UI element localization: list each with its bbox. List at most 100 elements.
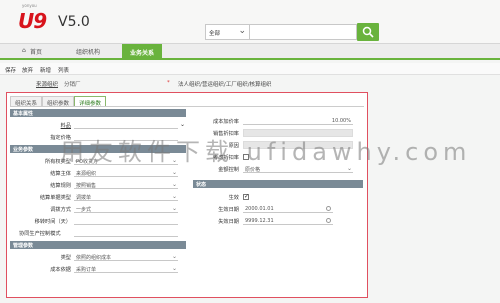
consider-discount-label: 考虑折扣率	[213, 155, 239, 161]
exp-date-value: 9999.12.31	[245, 218, 274, 224]
cost-type-select[interactable]: 依照的组织成本 ⌄	[74, 253, 178, 261]
item-field[interactable]	[74, 121, 178, 129]
cost-basis-select[interactable]: 采购订单 ⌄	[74, 265, 178, 273]
coop-mode-label: 协同生产控制模式	[19, 231, 61, 237]
consider-discount-checkbox[interactable]	[243, 154, 249, 160]
cost-basis-label: 成本依据	[50, 267, 71, 273]
settle-type-select[interactable]: 调拨单 ⌄	[74, 193, 178, 201]
cost-markup-label: 成本加价率	[213, 119, 239, 125]
tab-org-relation[interactable]: 组织关系	[10, 96, 43, 107]
owner-type-value: PO收货方	[76, 159, 98, 165]
save-button[interactable]: 保存	[5, 66, 16, 74]
settle-type-label: 结算单据类型	[39, 195, 71, 201]
settle-subject-select[interactable]: 来源组织 ⌄	[74, 169, 178, 177]
search-icon	[362, 26, 374, 38]
row-type: 类型 依照的组织成本 ⌄	[10, 253, 186, 262]
settle-subject-label: 结算主体	[50, 171, 71, 177]
target-org-label: 法人组织/营运组织/工厂组织/核算组织	[178, 82, 272, 88]
home-icon[interactable]: ⌂	[22, 47, 26, 54]
row-exp-date: 失效日期 9999.12.31	[193, 217, 363, 226]
chevron-down-icon: ⌄	[171, 205, 177, 212]
main-nav: ⌂ 首页 组织机构 业务关系	[0, 44, 500, 60]
nav-home[interactable]: 首页	[30, 47, 42, 56]
chevron-down-icon: ⌄	[171, 193, 177, 200]
row-effective: 生效	[193, 193, 363, 202]
chevron-down-icon: ⌄	[171, 265, 177, 272]
row-move-time: 移转时间（天）	[10, 217, 186, 226]
chevron-down-icon: ⌄	[238, 26, 246, 36]
eff-date-value: 2000.01.01	[245, 206, 274, 212]
row-price: 指定价格	[10, 133, 186, 142]
toolbar: 保存 放弃 新增 列表	[0, 63, 500, 75]
effective-label: 生效	[228, 195, 239, 201]
sales-discount-field[interactable]	[243, 129, 353, 137]
reason-label: 原因	[228, 143, 239, 149]
effective-checkbox[interactable]	[243, 193, 249, 200]
reason-field[interactable]	[243, 141, 353, 149]
required-mark: *	[167, 80, 170, 86]
eff-date-label: 生效日期	[218, 207, 239, 213]
section-business: 业务参数	[10, 145, 186, 153]
search-button[interactable]	[357, 23, 379, 41]
app-header: yonyou U9 V5.0 全部 ⌄	[0, 0, 500, 44]
calendar-icon[interactable]	[326, 218, 331, 223]
owner-type-select[interactable]: PO收货方 ⌄	[74, 157, 178, 165]
search-input[interactable]	[250, 24, 357, 40]
settle-type-value: 调拨单	[76, 195, 92, 201]
eff-date-field[interactable]: 2000.01.01	[243, 205, 333, 213]
calendar-icon[interactable]	[326, 206, 331, 211]
row-cost-basis: 成本依据 采购订单 ⌄	[10, 265, 186, 274]
item-lookup-icon[interactable]: ⌄	[180, 121, 185, 128]
coop-mode-field[interactable]	[74, 229, 178, 237]
move-time-field[interactable]	[74, 217, 178, 225]
settle-subject-value: 来源组织	[76, 171, 97, 177]
chevron-down-icon: ⌄	[171, 181, 177, 188]
list-button[interactable]: 列表	[58, 66, 69, 74]
cost-markup-field[interactable]: 10.00%	[243, 117, 353, 125]
owner-type-label: 所有权类型	[45, 159, 71, 165]
source-org-label[interactable]: 来源组织	[36, 80, 58, 88]
app-logo: U9	[18, 9, 47, 33]
detail-panel: 组织关系 组织参数 详细参数 基本属性 料品 ⌄ 指定价格 业务参数 所有权类型…	[6, 92, 368, 298]
chevron-down-icon: ⌄	[171, 157, 177, 164]
settle-rule-label: 结算规则	[50, 183, 71, 189]
abandon-button[interactable]: 放弃	[22, 66, 33, 74]
row-eff-date: 生效日期 2000.01.01	[193, 205, 363, 214]
tab-divider	[10, 106, 364, 107]
section-basic: 基本属性	[10, 109, 186, 117]
section-status: 状态	[193, 180, 363, 188]
nav-business[interactable]: 业务关系	[122, 44, 163, 60]
item-label[interactable]: 料品	[61, 122, 71, 129]
row-settle-subject: 结算主体 来源组织 ⌄	[10, 169, 186, 178]
cost-type-value: 依照的组织成本	[76, 255, 112, 261]
row-item: 料品 ⌄	[10, 121, 186, 130]
exp-date-field[interactable]: 9999.12.31	[243, 217, 333, 225]
search-scope-select[interactable]: 全部 ⌄	[205, 24, 250, 40]
row-settle-type: 结算单据类型 调拨单 ⌄	[10, 193, 186, 202]
app-version: V5.0	[58, 14, 90, 30]
price-field[interactable]	[74, 133, 178, 141]
tab-org-params[interactable]: 组织参数	[42, 96, 75, 107]
row-consider-discount: 考虑折扣率	[193, 153, 363, 162]
source-org-field[interactable]: 分销厂	[64, 80, 81, 88]
cost-basis-value: 采购订单	[76, 267, 97, 273]
row-owner: 所有权类型 PO收货方 ⌄	[10, 157, 186, 166]
row-reason: 原因	[193, 141, 363, 150]
search-scope-value: 全部	[209, 31, 221, 37]
sales-discount-label: 销售折扣率	[213, 131, 239, 137]
settle-rule-select[interactable]: 按照销售 ⌄	[74, 181, 178, 189]
amount-mode-select[interactable]: 原价格 ⌄	[243, 165, 353, 173]
transfer-mode-value: 一步式	[76, 207, 92, 213]
amount-mode-label: 金额控制	[218, 167, 239, 173]
transfer-mode-select[interactable]: 一步式 ⌄	[74, 205, 178, 213]
settle-rule-value: 按照销售	[76, 183, 97, 189]
chevron-down-icon: ⌄	[346, 165, 352, 172]
chevron-down-icon: ⌄	[171, 169, 177, 176]
nav-org[interactable]: 组织机构	[76, 47, 100, 56]
row-coop-mode: 协同生产控制模式	[10, 229, 186, 238]
section-mgmt: 管理参数	[10, 241, 186, 249]
new-button[interactable]: 新增	[40, 66, 51, 74]
exp-date-label: 失效日期	[218, 219, 239, 225]
tab-detail-params[interactable]: 详细参数	[74, 96, 107, 107]
row-transfer: 调拨方式 一步式 ⌄	[10, 205, 186, 214]
